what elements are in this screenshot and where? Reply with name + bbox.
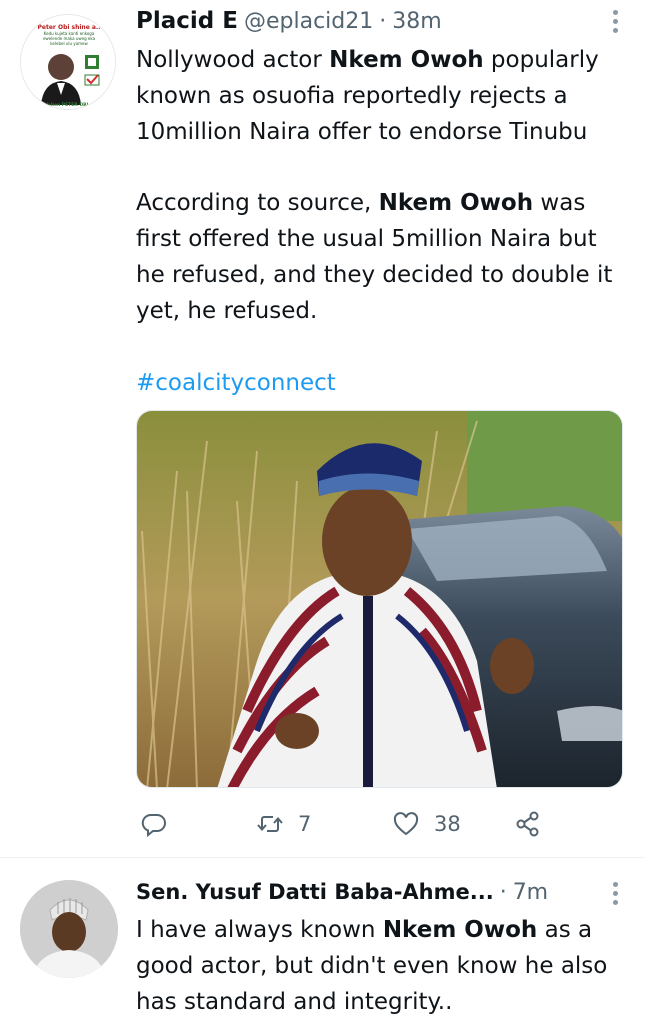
retweet-icon bbox=[257, 816, 283, 832]
author-avatar[interactable]: Peter Obi shine a.. Kedu kujeta kanti en… bbox=[20, 14, 116, 110]
share-button[interactable] bbox=[514, 804, 542, 844]
reply-text: I have always known Nkem Owoh as a good … bbox=[136, 912, 625, 1020]
more-vertical-icon[interactable] bbox=[613, 10, 619, 34]
reply-header: Sen. Yusuf Datti Baba-Ahme... · 7m bbox=[136, 880, 621, 905]
more-vertical-icon[interactable] bbox=[613, 882, 619, 906]
tweet-photo[interactable] bbox=[136, 410, 623, 788]
reply-author-avatar[interactable] bbox=[20, 880, 118, 978]
text-segment: I have always known bbox=[136, 917, 383, 943]
bold-name: Nkem Owoh bbox=[329, 47, 484, 73]
like-button[interactable]: 38 bbox=[392, 804, 461, 844]
tweet-header: Placid E @eplacid21 · 38m bbox=[136, 8, 621, 34]
photo-illustration bbox=[137, 411, 622, 787]
separator-dot: · bbox=[379, 9, 387, 34]
reply-icon bbox=[141, 813, 166, 838]
reply-author-name[interactable]: Sen. Yusuf Datti Baba-Ahme... bbox=[136, 880, 494, 904]
avatar-image: Peter Obi shine a.. Kedu kujeta kanti en… bbox=[21, 15, 115, 109]
share-icon bbox=[516, 811, 539, 837]
avatar-caption-4: kelebel ulu yamew bbox=[50, 41, 88, 46]
reply-button[interactable] bbox=[140, 804, 168, 844]
author-handle[interactable]: @eplacid21 bbox=[244, 9, 373, 34]
text-segment: According to source, bbox=[136, 190, 379, 216]
tweet-actions: 7 38 bbox=[136, 804, 556, 844]
tweet-paragraph-2: According to source, Nkem Owoh was first… bbox=[136, 185, 625, 329]
avatar-caption-5: Valien PETER OBI... bbox=[45, 102, 94, 108]
retweet-count: 7 bbox=[298, 812, 312, 836]
reply-time[interactable]: 7m bbox=[513, 880, 548, 905]
bold-name: Nkem Owoh bbox=[382, 917, 538, 943]
avatar-caption-1: Peter Obi shine a.. bbox=[38, 24, 101, 31]
text-segment: Nollywood actor bbox=[136, 47, 330, 73]
retweet-button[interactable]: 7 bbox=[256, 804, 311, 844]
separator-dot: · bbox=[499, 880, 507, 905]
tweet[interactable]: Peter Obi shine a.. Kedu kujeta kanti en… bbox=[0, 0, 645, 858]
author-name[interactable]: Placid E bbox=[136, 8, 238, 34]
reply-avatar-image bbox=[20, 880, 118, 978]
bold-name: Nkem Owoh bbox=[378, 190, 534, 216]
hashtag-link[interactable]: #coalcityconnect bbox=[136, 365, 336, 401]
tweet-time[interactable]: 38m bbox=[392, 9, 441, 34]
tweet-paragraph-1: Nollywood actor Nkem Owoh popularly know… bbox=[136, 42, 625, 150]
like-icon bbox=[393, 812, 419, 836]
like-count: 38 bbox=[434, 812, 461, 836]
